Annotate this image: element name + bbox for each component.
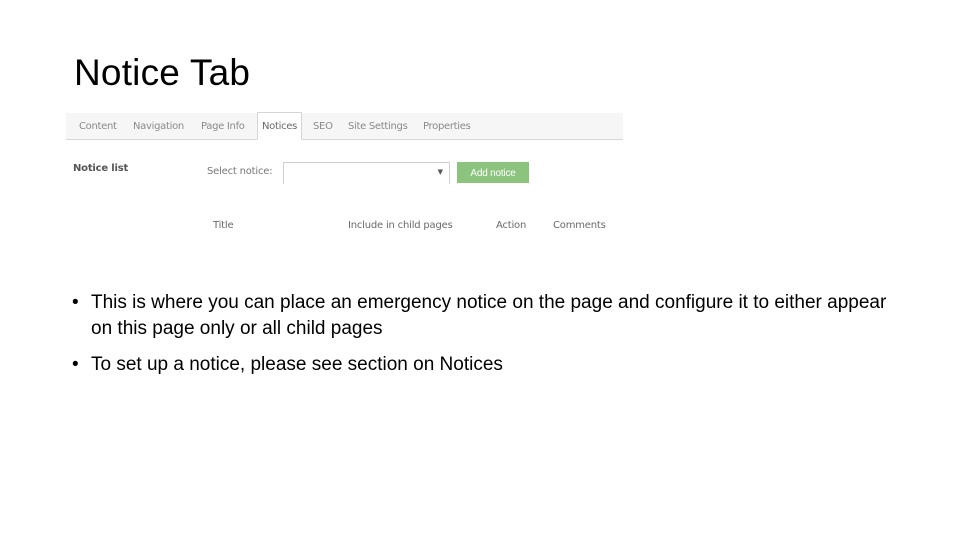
tab-page-info[interactable]: Page Info bbox=[201, 113, 245, 139]
column-header-action: Action bbox=[496, 220, 527, 231]
tab-bar: Content Navigation Page Info Notices SEO… bbox=[66, 112, 623, 140]
add-notice-button[interactable]: Add notice bbox=[457, 162, 529, 183]
bullet-icon: • bbox=[72, 354, 79, 375]
select-notice-label: Select notice: bbox=[207, 166, 273, 177]
tab-seo[interactable]: SEO bbox=[313, 113, 333, 139]
bullet-text: To set up a notice, please see section o… bbox=[91, 354, 503, 375]
bullet-list: • This is where you can place an emergen… bbox=[72, 290, 892, 388]
notice-list-label: Notice list bbox=[73, 163, 129, 174]
column-header-include-in-child-pages: Include in child pages bbox=[348, 220, 453, 231]
tab-notices[interactable]: Notices bbox=[257, 112, 303, 140]
tab-site-settings[interactable]: Site Settings bbox=[348, 113, 408, 139]
tab-content[interactable]: Content bbox=[79, 113, 117, 139]
chevron-down-icon: ▼ bbox=[437, 168, 443, 176]
column-header-comments: Comments bbox=[553, 220, 606, 231]
bullet-text: This is where you can place an emergency… bbox=[91, 292, 887, 339]
bullet-icon: • bbox=[72, 292, 79, 313]
bullet-item: • To set up a notice, please see section… bbox=[72, 352, 892, 378]
slide-title: Notice Tab bbox=[74, 52, 251, 93]
tab-properties[interactable]: Properties bbox=[423, 113, 471, 139]
embedded-cms-screenshot: Content Navigation Page Info Notices SEO… bbox=[66, 112, 624, 252]
bullet-item: • This is where you can place an emergen… bbox=[72, 290, 892, 342]
select-notice-dropdown[interactable]: ▼ bbox=[283, 162, 450, 184]
tab-navigation[interactable]: Navigation bbox=[133, 113, 184, 139]
column-header-title: Title bbox=[213, 220, 234, 231]
